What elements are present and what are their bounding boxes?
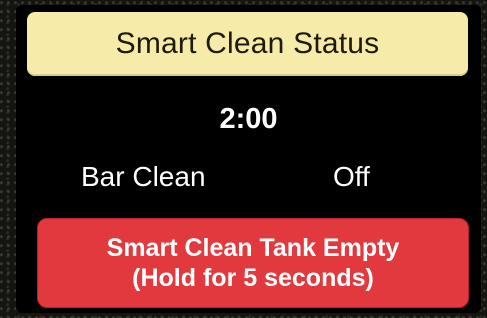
tank-empty-label: Smart Clean Tank Empty xyxy=(106,234,400,262)
countdown-timer: 2:00 xyxy=(219,103,278,135)
bar-clean-status: Off xyxy=(333,161,370,192)
hold-instruction-label: (Hold for 5 seconds) xyxy=(132,264,374,292)
tank-empty-button[interactable]: Smart Clean Tank Empty (Hold for 5 secon… xyxy=(37,218,469,308)
page-title: Smart Clean Status xyxy=(115,27,380,60)
display-screen: Smart Clean Status 2:00 Bar Clean Off Sm… xyxy=(16,5,481,313)
bar-clean-label: Bar Clean xyxy=(81,161,206,192)
status-header: Smart Clean Status xyxy=(27,12,468,76)
bar-clean-row: Bar Clean Off xyxy=(16,161,481,197)
